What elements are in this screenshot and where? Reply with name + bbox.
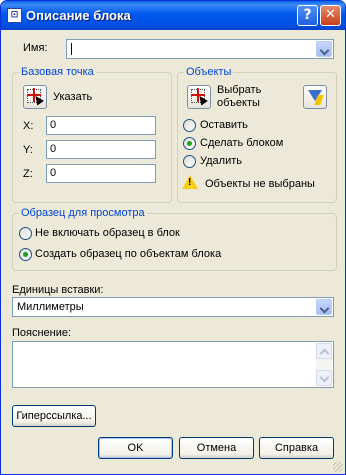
radio-no-preview-label: Не включать образец в блок xyxy=(35,227,180,239)
radio-no-preview[interactable] xyxy=(19,227,32,240)
close-button[interactable]: ✕ xyxy=(320,5,341,26)
y-input[interactable]: 0 xyxy=(46,140,156,159)
select-objects-button[interactable] xyxy=(187,85,211,109)
y-label: Y: xyxy=(23,144,33,156)
radio-create-preview-label: Создать образец по объектам блока xyxy=(35,248,222,260)
cursor-arrow-icon xyxy=(196,93,208,106)
scroll-down-icon[interactable] xyxy=(316,370,332,386)
name-label: Имя: xyxy=(23,42,48,54)
help-title-button[interactable]: ? xyxy=(297,5,318,26)
name-combobox[interactable] xyxy=(66,39,334,59)
radio-retain[interactable] xyxy=(183,119,196,132)
quick-select-button[interactable] xyxy=(303,85,327,109)
pick-point-label: Указать xyxy=(53,91,93,103)
warning-mark: ! xyxy=(188,177,192,188)
select-objects-label-1: Выбрать xyxy=(217,84,262,96)
description-textarea[interactable] xyxy=(12,341,334,388)
radio-delete[interactable] xyxy=(183,155,196,168)
preview-group: Образец для просмотра xyxy=(12,207,337,271)
x-input[interactable]: 0 xyxy=(46,116,156,135)
app-icon: ⊡ xyxy=(7,8,22,23)
preview-title: Образец для просмотра xyxy=(19,207,147,219)
window-title: Описание блока xyxy=(26,8,131,23)
description-scrollbar[interactable] xyxy=(316,343,332,386)
pick-point-button[interactable] xyxy=(23,85,47,109)
z-input[interactable]: 0 xyxy=(46,164,156,183)
scroll-up-icon[interactable] xyxy=(316,343,332,359)
radio-retain-label: Оставить xyxy=(200,119,248,131)
cancel-button[interactable]: Отмена xyxy=(179,437,254,459)
radio-convert-to-block-label: Сделать блоком xyxy=(200,137,284,149)
help-button[interactable]: Справка xyxy=(259,437,334,459)
block-definition-dialog: ⊡ Описание блока ? ✕ Имя: Базовая точка … xyxy=(0,0,346,475)
select-objects-label-2: объекты xyxy=(217,97,260,109)
chevron-down-icon[interactable] xyxy=(316,299,332,315)
chevron-down-icon[interactable] xyxy=(316,41,332,57)
ok-button[interactable]: OK xyxy=(98,437,173,459)
warning-text: Объекты не выбраны xyxy=(205,178,315,190)
resize-grip-icon[interactable] xyxy=(333,462,343,472)
radio-create-preview[interactable] xyxy=(19,248,32,261)
title-bar[interactable]: ⊡ Описание блока ? ✕ xyxy=(1,1,345,30)
x-label: X: xyxy=(23,120,34,132)
z-label: Z: xyxy=(23,168,33,180)
radio-convert-to-block[interactable] xyxy=(183,137,196,150)
base-point-title: Базовая точка xyxy=(19,66,96,78)
cursor-arrow-icon xyxy=(32,93,44,106)
radio-delete-label: Удалить xyxy=(200,155,242,167)
hyperlink-button[interactable]: Гиперссылка... xyxy=(12,405,96,427)
z-value: 0 xyxy=(50,167,57,179)
units-label: Единицы вставки: xyxy=(12,284,104,296)
objects-title: Объекты xyxy=(184,66,234,78)
units-value: Миллиметры xyxy=(17,301,84,313)
units-select[interactable]: Миллиметры xyxy=(12,297,334,317)
y-value: 0 xyxy=(50,143,57,155)
text-caret xyxy=(71,43,72,55)
description-label: Пояснение: xyxy=(12,327,72,339)
x-value: 0 xyxy=(50,119,57,131)
